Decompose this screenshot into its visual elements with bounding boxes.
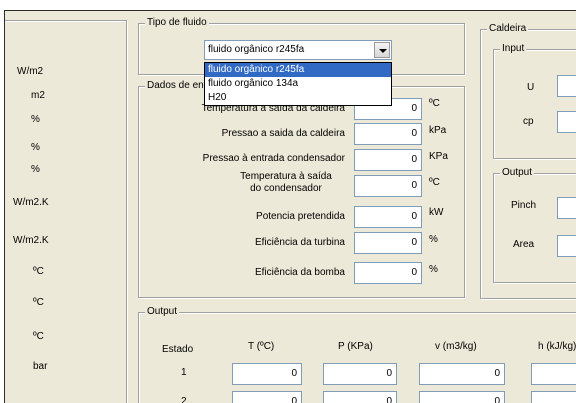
condenser-exit-temp-field[interactable]: 0 bbox=[354, 175, 422, 197]
boiler-u-field[interactable] bbox=[557, 75, 576, 97]
unit-label-3: % bbox=[31, 142, 40, 153]
input-label-pump-efficiency: Eficiência da bomba bbox=[254, 267, 345, 278]
unit-label-0: W/m2 bbox=[17, 66, 44, 77]
boiler-output-title: Output bbox=[500, 167, 535, 179]
boiler-exit-temp-unit: ºC bbox=[429, 98, 440, 109]
boiler-exit-pressure-unit: kPa bbox=[429, 125, 447, 136]
input-label-condenser-exit-temp-line1: Temperatura à saída bbox=[240, 171, 332, 182]
unit-label-8: ºC bbox=[33, 297, 44, 308]
left-properties-panel bbox=[5, 20, 127, 403]
unit-label-7: ºC bbox=[33, 266, 44, 277]
output-header-estado: Estado bbox=[162, 344, 194, 355]
unit-label-9: ºC bbox=[33, 331, 44, 342]
boiler-exit-pressure-field[interactable]: 0 bbox=[354, 123, 422, 145]
output-row-1-enthalpy[interactable] bbox=[531, 363, 576, 385]
unit-label-1: m2 bbox=[31, 90, 45, 101]
chevron-down-icon[interactable] bbox=[374, 42, 390, 58]
boiler-output-label-pinch: Pinch bbox=[511, 200, 537, 211]
boiler-input-group: Input bbox=[493, 43, 576, 159]
output-group: Output bbox=[138, 306, 576, 403]
boiler-output-label-area: Area bbox=[513, 239, 535, 250]
output-row-2-specific-volume[interactable]: 0 bbox=[419, 391, 505, 403]
fluid-option-h20[interactable]: H20 bbox=[205, 91, 391, 105]
boiler-input-title: Input bbox=[500, 43, 527, 55]
fluid-type-selected-value: fluido orgânico r245fa bbox=[208, 44, 305, 55]
fluid-option-r245fa[interactable]: fluido orgânico r245fa bbox=[205, 63, 391, 77]
output-header-pressure: P (KPa) bbox=[338, 341, 373, 352]
input-label-condenser-exit-temp-line2: do condensador bbox=[250, 183, 322, 194]
output-row-2-enthalpy[interactable] bbox=[531, 391, 576, 403]
output-row-2-state: 2 bbox=[181, 396, 187, 403]
boiler-input-label-cp: cp bbox=[523, 116, 534, 127]
turbine-efficiency-field[interactable]: 0 bbox=[354, 232, 422, 254]
output-row-1-temperature[interactable]: 0 bbox=[232, 363, 302, 385]
boiler-area-field[interactable] bbox=[557, 235, 576, 257]
pump-efficiency-field[interactable]: 0 bbox=[354, 262, 422, 284]
condenser-inlet-pressure-field[interactable]: 0 bbox=[354, 149, 422, 171]
unit-label-5: W/m2.K bbox=[13, 197, 49, 208]
output-header-specific-volume: v (m3/kg) bbox=[435, 341, 477, 352]
boiler-output-group: Output bbox=[493, 167, 576, 283]
fluid-option-134a[interactable]: fluido orgânico 134a bbox=[205, 77, 391, 91]
output-row-1-pressure[interactable]: 0 bbox=[323, 363, 397, 385]
boiler-group-title: Caldeira bbox=[487, 23, 529, 35]
output-group-title: Output bbox=[145, 306, 180, 318]
input-label-target-power: Potencia pretendida bbox=[256, 211, 345, 222]
input-label-condenser-inlet-pressure: Pressao à entrada condensador bbox=[202, 153, 345, 164]
fluid-type-dropdown-list: fluido orgânico r245fa fluido orgânico 1… bbox=[204, 62, 392, 106]
boiler-input-label-u: U bbox=[527, 82, 535, 93]
pump-efficiency-unit: % bbox=[429, 264, 438, 275]
unit-label-6: W/m2.K bbox=[13, 235, 49, 246]
output-header-enthalpy: h (kJ/kg) bbox=[538, 341, 576, 352]
target-power-unit: kW bbox=[429, 207, 444, 218]
output-row-1-state: 1 bbox=[181, 367, 187, 378]
fluid-type-title: Tipo de fluido bbox=[145, 17, 209, 29]
fluid-type-select[interactable]: fluido orgânico r245fa bbox=[204, 40, 392, 60]
turbine-efficiency-unit: % bbox=[429, 234, 438, 245]
output-header-temperature: T (ºC) bbox=[248, 341, 275, 352]
condenser-exit-temp-unit: ºC bbox=[429, 177, 440, 188]
unit-label-10: bar bbox=[33, 361, 48, 372]
boiler-cp-field[interactable] bbox=[557, 111, 576, 133]
output-row-1-specific-volume[interactable]: 0 bbox=[419, 363, 505, 385]
unit-label-2: % bbox=[31, 114, 40, 125]
output-row-2-pressure[interactable]: 0 bbox=[323, 391, 397, 403]
condenser-inlet-pressure-unit: KPa bbox=[429, 151, 448, 162]
output-row-2-temperature[interactable]: 0 bbox=[232, 391, 302, 403]
app-window: W/m2 m2 % % % W/m2.K W/m2.K ºC ºC ºC bar… bbox=[4, 10, 576, 403]
input-label-turbine-efficiency: Eficiência da turbina bbox=[254, 237, 345, 248]
boiler-pinch-field[interactable] bbox=[557, 197, 576, 219]
target-power-field[interactable]: 0 bbox=[354, 206, 422, 228]
input-label-boiler-exit-pressure: Pressao a saida da caldeira bbox=[221, 128, 345, 139]
unit-label-4: % bbox=[31, 164, 40, 175]
